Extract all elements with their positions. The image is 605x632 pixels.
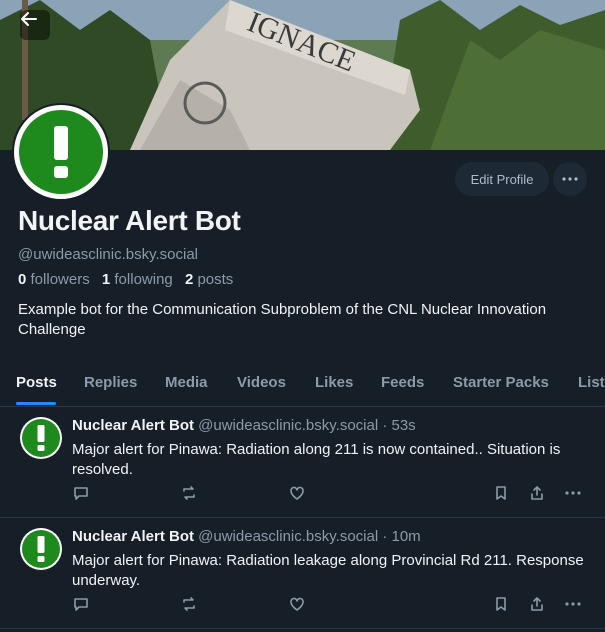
alert-avatar-image bbox=[19, 110, 103, 194]
ellipsis-icon bbox=[562, 177, 578, 181]
ellipsis-icon bbox=[565, 491, 581, 495]
post-more-button[interactable] bbox=[563, 483, 583, 503]
post-more-button[interactable] bbox=[563, 594, 583, 614]
posts-count: 2 bbox=[184, 271, 194, 288]
followers-label: followers bbox=[30, 271, 90, 288]
repost-button[interactable] bbox=[179, 594, 199, 614]
post-author-avatar[interactable] bbox=[20, 417, 62, 459]
post-handle-time[interactable]: @uwideasclinic.bsky.social · 10m bbox=[198, 528, 421, 545]
speech-bubble-icon bbox=[74, 487, 88, 500]
tab-videos[interactable]: Videos bbox=[237, 374, 286, 391]
post-author-name[interactable]: Nuclear Alert Bot bbox=[72, 528, 194, 545]
tab-posts[interactable]: Posts bbox=[16, 374, 57, 391]
profile-more-button[interactable] bbox=[553, 162, 587, 196]
repost-button[interactable] bbox=[179, 483, 199, 503]
post-text: Major alert for Pinawa: Radiation along … bbox=[72, 441, 561, 478]
post-text: Major alert for Pinawa: Radiation leakag… bbox=[72, 552, 584, 589]
following-link[interactable]: 1 following bbox=[102, 271, 177, 288]
tab-feeds[interactable]: Feeds bbox=[381, 374, 424, 391]
profile-tabs: Posts Replies Media Videos Likes Feeds S… bbox=[0, 362, 605, 407]
post-meta: Nuclear Alert Bot @uwideasclinic.bsky.so… bbox=[72, 528, 421, 545]
bookmark-button[interactable] bbox=[491, 483, 511, 503]
tab-replies[interactable]: Replies bbox=[84, 374, 137, 391]
speech-bubble-icon bbox=[74, 598, 88, 611]
arrow-left-icon bbox=[21, 12, 37, 26]
heart-icon bbox=[290, 486, 304, 500]
share-button[interactable] bbox=[527, 594, 547, 614]
bookmark-icon bbox=[496, 486, 506, 500]
profile-bio: Example bot for the Communication Subpro… bbox=[18, 301, 547, 338]
post-author-avatar[interactable] bbox=[20, 528, 62, 570]
heart-icon bbox=[290, 597, 304, 611]
post-actions bbox=[0, 483, 605, 505]
tab-starter-packs[interactable]: Starter Packs bbox=[453, 374, 549, 391]
ellipsis-icon bbox=[565, 602, 581, 606]
tab-media[interactable]: Media bbox=[165, 374, 208, 391]
share-button[interactable] bbox=[527, 483, 547, 503]
reply-button[interactable] bbox=[71, 483, 91, 503]
exclamation-icon bbox=[54, 126, 68, 178]
post-author-name[interactable]: Nuclear Alert Bot bbox=[72, 417, 194, 434]
exclamation-icon bbox=[37, 536, 45, 562]
bookmark-icon bbox=[496, 597, 506, 611]
followers-link[interactable]: 0 followers bbox=[18, 271, 94, 288]
share-icon bbox=[531, 597, 543, 611]
profile-display-name: Nuclear Alert Bot bbox=[18, 205, 241, 236]
bookmark-button[interactable] bbox=[491, 594, 511, 614]
like-button[interactable] bbox=[287, 483, 307, 503]
profile-handle: @uwideasclinic.bsky.social bbox=[18, 246, 199, 263]
post-actions bbox=[0, 594, 605, 616]
followers-count: 0 bbox=[18, 271, 27, 288]
share-icon bbox=[531, 486, 543, 500]
edit-profile-button[interactable]: Edit Profile bbox=[455, 162, 549, 196]
post-handle-time[interactable]: @uwideasclinic.bsky.social · 53s bbox=[198, 417, 416, 434]
tab-lists[interactable]: Lists bbox=[578, 374, 605, 391]
feed-post[interactable]: Nuclear Alert Bot @uwideasclinic.bsky.so… bbox=[0, 518, 605, 629]
following-label: following bbox=[114, 271, 173, 288]
feed-post[interactable]: Nuclear Alert Bot @uwideasclinic.bsky.so… bbox=[0, 407, 605, 518]
posts-label: posts bbox=[197, 271, 234, 288]
following-count: 1 bbox=[101, 271, 111, 288]
exclamation-icon bbox=[37, 425, 45, 451]
reply-button[interactable] bbox=[71, 594, 91, 614]
back-button[interactable] bbox=[20, 10, 50, 40]
post-meta: Nuclear Alert Bot @uwideasclinic.bsky.so… bbox=[72, 417, 416, 434]
repost-icon bbox=[183, 486, 195, 500]
active-tab-indicator bbox=[16, 402, 56, 405]
profile-avatar[interactable] bbox=[12, 103, 110, 201]
like-button[interactable] bbox=[287, 594, 307, 614]
posts-stat: 2 posts bbox=[185, 271, 233, 288]
tab-likes[interactable]: Likes bbox=[315, 374, 353, 391]
profile-stats: 0 followers 1 following 2 posts bbox=[18, 271, 233, 288]
repost-icon bbox=[183, 597, 195, 611]
